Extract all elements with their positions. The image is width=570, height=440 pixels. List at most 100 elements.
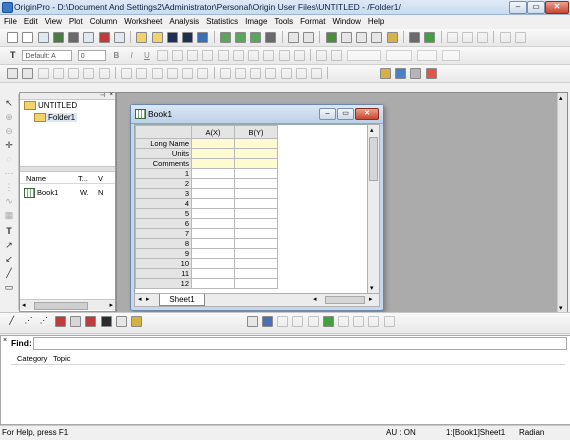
center-align-icon[interactable]: [263, 50, 275, 61]
line-plot-icon[interactable]: ╱: [9, 316, 20, 327]
tab-prev-icon[interactable]: ◂: [138, 295, 142, 303]
row-number[interactable]: 12: [135, 278, 192, 289]
row-number[interactable]: 11: [135, 268, 192, 279]
new-excel-icon[interactable]: [68, 32, 80, 43]
save-template-icon[interactable]: [182, 32, 194, 43]
backward-icon[interactable]: [295, 68, 307, 79]
cell[interactable]: [191, 198, 235, 209]
object-properties-icon[interactable]: [311, 68, 323, 79]
extract-layer-icon[interactable]: [292, 316, 304, 327]
row-label[interactable]: Long Name: [135, 138, 192, 149]
cell[interactable]: [191, 168, 235, 179]
row-number[interactable]: 7: [135, 228, 192, 239]
import-ascii-icon[interactable]: [234, 32, 246, 43]
layout-page-icon[interactable]: [353, 316, 365, 327]
cell[interactable]: [191, 138, 235, 149]
row-number[interactable]: 2: [135, 178, 192, 189]
wb-minimize-button[interactable]: –: [319, 108, 336, 120]
font-combo[interactable]: Default: A: [22, 50, 73, 61]
refresh-data-icon[interactable]: [424, 32, 436, 43]
new-project-icon[interactable]: [7, 32, 19, 43]
curved-arrow-icon[interactable]: ↙: [4, 254, 14, 264]
menu-help[interactable]: Help: [364, 15, 387, 28]
layout-fit-icon[interactable]: [368, 316, 380, 327]
cell[interactable]: [234, 218, 278, 229]
tab-sheet1[interactable]: Sheet1: [159, 294, 205, 306]
cell[interactable]: [191, 268, 235, 279]
col-topic[interactable]: Topic: [53, 354, 71, 363]
cell[interactable]: [191, 148, 235, 159]
scroll-left-icon[interactable]: ◂: [313, 295, 317, 303]
zoom-out-icon[interactable]: [514, 32, 526, 43]
row-number[interactable]: 9: [135, 248, 192, 259]
bold-button[interactable]: B: [111, 50, 122, 61]
tree-folder1[interactable]: Folder1: [34, 113, 78, 123]
code-builder-icon[interactable]: [371, 32, 383, 43]
new-layout-icon[interactable]: [83, 32, 95, 43]
align-top-icon[interactable]: [151, 68, 163, 79]
row-number[interactable]: 8: [135, 238, 192, 249]
swap-layer-icon[interactable]: [307, 316, 319, 327]
hscroll-thumb[interactable]: [325, 296, 365, 304]
print-icon[interactable]: [265, 32, 277, 43]
wb-close-button[interactable]: ✕: [355, 108, 379, 120]
greek-icon[interactable]: [202, 50, 214, 61]
data-reader-tool-icon[interactable]: ⋯: [4, 168, 14, 178]
row-number[interactable]: 10: [135, 258, 192, 269]
data-selector-icon[interactable]: ⋮: [4, 182, 14, 192]
cut-icon[interactable]: [446, 32, 458, 43]
col-name[interactable]: Name: [26, 174, 46, 183]
zoom-in-icon[interactable]: [499, 32, 511, 43]
italic-button[interactable]: I: [126, 50, 137, 61]
col-view[interactable]: V: [98, 174, 103, 183]
copy-icon[interactable]: [461, 32, 473, 43]
menu-worksheet[interactable]: Worksheet: [120, 15, 165, 28]
import-multiple-icon[interactable]: [250, 32, 262, 43]
row-label[interactable]: Comments: [135, 158, 192, 169]
distribute-icon[interactable]: [197, 68, 209, 79]
new-matrix-icon[interactable]: [52, 32, 64, 43]
rectangle-tool-icon[interactable]: ▭: [4, 282, 14, 292]
cell[interactable]: [191, 228, 235, 239]
row-number[interactable]: 1: [135, 168, 192, 179]
cell[interactable]: [234, 158, 278, 169]
cell[interactable]: [191, 188, 235, 199]
screen-reader-tool-icon[interactable]: ◌: [4, 154, 14, 164]
legend-icon[interactable]: [68, 68, 80, 79]
cell[interactable]: [234, 268, 278, 279]
menu-statistics[interactable]: Statistics: [202, 15, 241, 28]
add-new-column-icon[interactable]: [409, 32, 421, 43]
menu-format[interactable]: Format: [296, 15, 328, 28]
zoom-in-tool-icon[interactable]: ⊕: [4, 112, 14, 122]
corner-cell[interactable]: [135, 125, 192, 139]
cell[interactable]: [191, 258, 235, 269]
cell[interactable]: [234, 198, 278, 209]
menu-column[interactable]: Column: [86, 15, 121, 28]
align-right-icon[interactable]: [136, 68, 148, 79]
cell[interactable]: [191, 218, 235, 229]
data-reader-icon[interactable]: [425, 68, 437, 79]
legend-refresh-icon[interactable]: [83, 68, 95, 79]
fill-color-icon[interactable]: [316, 50, 328, 61]
text-tool-icon[interactable]: T: [4, 226, 14, 236]
new-graph-icon[interactable]: [37, 32, 49, 43]
col-type[interactable]: T...: [78, 174, 88, 183]
menu-view[interactable]: View: [41, 15, 65, 28]
front-icon[interactable]: [250, 68, 262, 79]
scroll-down-icon[interactable]: ▾: [370, 284, 374, 292]
menu-file[interactable]: File: [0, 15, 20, 28]
region-icon[interactable]: ▦: [4, 210, 14, 220]
crosshair-icon[interactable]: ✛: [4, 140, 14, 150]
tree-root[interactable]: UNTITLED: [24, 101, 77, 111]
cell[interactable]: [234, 138, 278, 149]
zoom-out-tool-icon[interactable]: ⊖: [4, 126, 14, 136]
pattern-combo[interactable]: [417, 50, 438, 61]
maximize-button[interactable]: ▭: [527, 1, 545, 14]
cell[interactable]: [191, 278, 235, 289]
area-plot-icon[interactable]: [100, 316, 112, 327]
cell[interactable]: [234, 238, 278, 249]
paste-icon[interactable]: [477, 32, 489, 43]
merge-graph-icon[interactable]: [246, 316, 258, 327]
scroll-left-icon[interactable]: ◂: [22, 301, 26, 309]
menu-image[interactable]: Image: [241, 15, 270, 28]
